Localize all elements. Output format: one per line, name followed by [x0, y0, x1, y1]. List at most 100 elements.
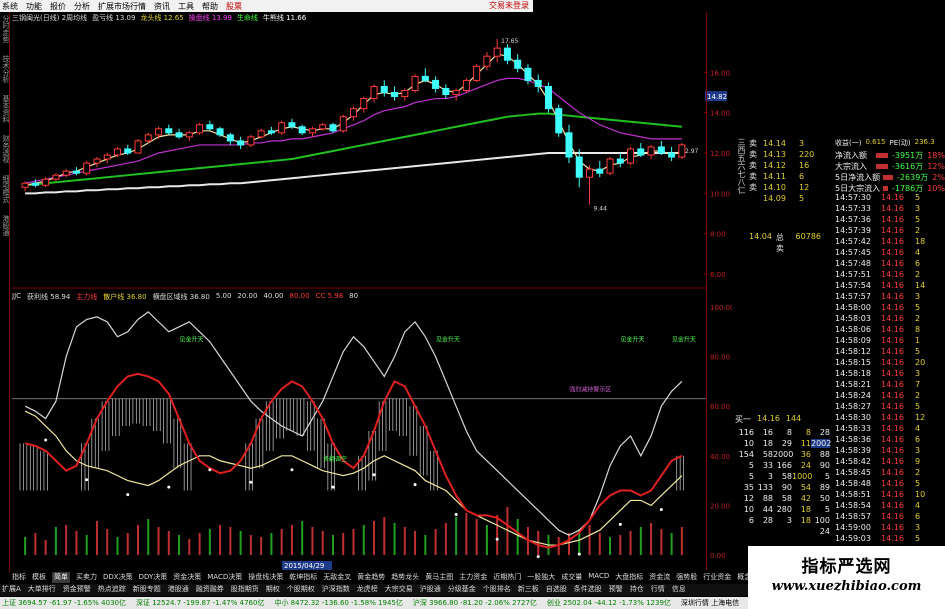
menu-item[interactable]: 分析	[74, 1, 90, 12]
tick-row: 14:58:30 14.16 12	[835, 412, 945, 423]
indicator-tab[interactable]: 无敌金叉	[323, 572, 351, 583]
flow-pct: 18%	[927, 151, 945, 160]
quote-box-label[interactable]: 股票	[226, 1, 242, 12]
watermark-url: www.xuezhibiao.com	[771, 579, 922, 594]
left-tab[interactable]: 港股通	[1, 215, 9, 236]
indicator-tab[interactable]: 近期热门	[493, 572, 521, 583]
flow-pct: 2%	[932, 173, 945, 182]
footer-tab[interactable]: 行情	[651, 584, 665, 596]
footer-tab[interactable]: 新三板	[518, 584, 539, 596]
footer-tab[interactable]: 大宗交易	[385, 584, 413, 596]
indicator-tab[interactable]: 买卖力	[76, 572, 97, 583]
tick-time: 14:58:06	[835, 325, 871, 334]
tick-row: 14:58:51 14.16 10	[835, 489, 945, 500]
indicator-tab[interactable]: 趋势龙头	[391, 572, 419, 583]
flow-header-item: 236.3	[914, 138, 935, 146]
indicator-tab[interactable]: DDX决策	[103, 572, 133, 583]
footer-tab[interactable]: 港股通	[168, 584, 189, 596]
candle	[278, 120, 286, 135]
tick-row: 14:58:18 14.16 3	[835, 368, 945, 379]
indicator-tab[interactable]: 操盘线决策	[248, 572, 283, 583]
candle	[606, 157, 614, 176]
indicator-tab[interactable]: MACD决策	[207, 572, 242, 583]
tick-price: 14.16	[881, 303, 904, 312]
footer-tab[interactable]: 个股期权	[287, 584, 315, 596]
indicator-tab[interactable]: 黄金趋势	[357, 572, 385, 583]
left-tab[interactable]: 技术分析	[1, 55, 9, 83]
indicator-tab[interactable]: 乾坤指标	[289, 572, 317, 583]
tick-row: 14:57:45 14.16 4	[835, 247, 945, 258]
left-tab[interactable]: 基本资料	[1, 95, 9, 123]
indicator-tab[interactable]: 模板	[32, 572, 46, 583]
tick-price: 14.16	[881, 314, 904, 323]
footer-tab[interactable]: 大单排行	[28, 584, 56, 596]
footer-tab[interactable]: 预警	[609, 584, 623, 596]
menu-item[interactable]: 工具	[178, 1, 194, 12]
footer-tab[interactable]: 资金预警	[63, 584, 91, 596]
indicator-tab[interactable]: DDY决策	[139, 572, 168, 583]
indicator-tab[interactable]: 简单	[52, 572, 70, 583]
footer-tab[interactable]: 个股排名	[483, 584, 511, 596]
status-item: 上证 3694.57 -61.97 -1.65% 4030亿	[2, 599, 126, 607]
candle	[627, 146, 635, 166]
indicator-tab[interactable]: 成交量	[561, 572, 582, 583]
left-tab[interactable]: 分时走势	[1, 15, 9, 43]
sell-row-vol: 220	[799, 150, 815, 159]
brand-label[interactable]: 交易未登录	[489, 0, 529, 11]
indicator-tab[interactable]: 指标	[12, 572, 26, 583]
depth-cell: 36	[800, 450, 811, 459]
indicator-tab[interactable]: 强势股	[676, 572, 697, 583]
indicator-tab[interactable]: 大盘指标	[615, 572, 643, 583]
indicator-header-item: CC 5.98	[315, 292, 344, 300]
indicator-tab[interactable]: 资金决策	[173, 572, 201, 583]
indicator-tab[interactable]: MACD	[588, 572, 609, 583]
kline-chart[interactable]: 16.00 14.00 12.00 10.00 8.00 6.00 14.82 17.65 9.…	[12, 24, 732, 290]
menu-item[interactable]: 报价	[50, 1, 66, 12]
indicator-tab[interactable]: 一股独大	[527, 572, 555, 583]
footer-tab[interactable]: 扩展A	[2, 584, 21, 596]
menu-item[interactable]: 系统	[2, 1, 18, 12]
depth-cell: 18	[800, 505, 811, 514]
tick-time: 14:58:27	[835, 402, 871, 411]
flow-value: -2639万	[897, 173, 929, 182]
indicator-header-item: JJC	[12, 292, 22, 300]
candle	[360, 96, 368, 113]
left-tab[interactable]: 细项模式	[1, 175, 9, 203]
indicator-chart[interactable]: 100.00 80.00 60.00 40.00 20.00 0.00 见金升天 见金升天 见金…	[12, 303, 732, 570]
depth-cell: 18	[800, 516, 811, 525]
depth-cell: 11	[800, 439, 811, 448]
menu-item[interactable]: 帮助	[202, 1, 218, 12]
footer-tab[interactable]: 沪深指数	[322, 584, 350, 596]
tick-list[interactable]: 14:57:30 14.16 5 14:57:33 14.16 3 14:57:36 14.1…	[835, 192, 945, 555]
footer-tab[interactable]: 沪股通	[420, 584, 441, 596]
footer-tab[interactable]: 热点追踪	[98, 584, 126, 596]
tick-price: 14.16	[881, 534, 904, 543]
footer-tab[interactable]: 新股专题	[133, 584, 161, 596]
footer-tab[interactable]: 融资融券	[196, 584, 224, 596]
tick-price: 14.16	[881, 468, 904, 477]
footer-tab[interactable]: 期权	[266, 584, 280, 596]
footer-tab[interactable]: 分级基金	[448, 584, 476, 596]
depth-cell: 90	[781, 483, 792, 492]
indicator-tab[interactable]: 黄马主图	[425, 572, 453, 583]
left-tab[interactable]: 财务透视	[1, 135, 9, 163]
indicator-tab[interactable]: 主力资金	[459, 572, 487, 583]
footer-tab[interactable]: 信息	[672, 584, 686, 596]
footer-tab[interactable]: 龙虎榜	[357, 584, 378, 596]
tick-row: 14:58:21 14.16 7	[835, 379, 945, 390]
footer-tab[interactable]: 条件选股	[574, 584, 602, 596]
menu-item[interactable]: 功能	[26, 1, 42, 12]
indicator-tick-label: 20.00	[710, 502, 730, 510]
footer-tab[interactable]: 自选股	[546, 584, 567, 596]
signal-dot	[290, 468, 294, 472]
price-tick-label: 16.00	[710, 69, 730, 77]
indicator-tab[interactable]: 行业资金	[703, 572, 731, 583]
footer-tab[interactable]: 持仓	[630, 584, 644, 596]
tick-price: 14.16	[881, 226, 904, 235]
indicator-tick-label: 60.00	[710, 403, 730, 411]
footer-tab[interactable]: 股指期货	[231, 584, 259, 596]
menu-item[interactable]: 资讯	[154, 1, 170, 12]
sell-row: 卖 14.11 6	[749, 171, 821, 182]
indicator-tab[interactable]: 资金流	[649, 572, 670, 583]
menu-item[interactable]: 扩展市场行情	[98, 1, 146, 12]
